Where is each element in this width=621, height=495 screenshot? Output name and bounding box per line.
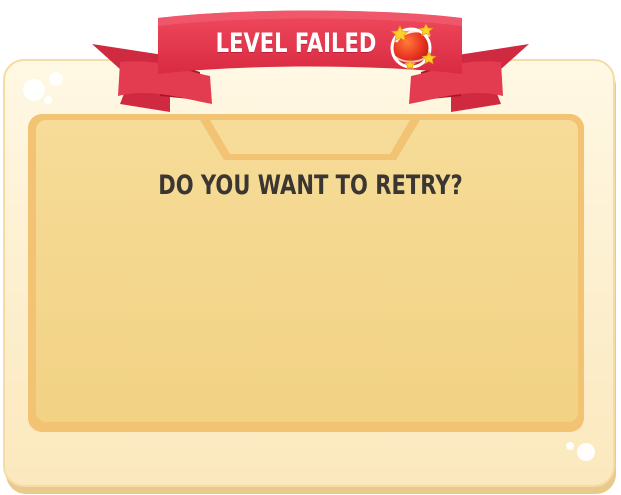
bubble-2 (49, 72, 63, 86)
bubble-4 (577, 443, 595, 461)
bubble-5 (566, 442, 574, 450)
level-failed-dialog: LEVEL FAILED DO YOU WANT TO RETRY? (0, 0, 621, 495)
stars-orb-icon (390, 23, 437, 70)
retry-prompt: DO YOU WANT TO RETRY? (158, 170, 463, 201)
bubble-1 (23, 79, 45, 101)
dialog-panel-graphics (3, 10, 616, 494)
banner-title: LEVEL FAILED (215, 28, 377, 59)
bubble-3 (44, 96, 52, 104)
